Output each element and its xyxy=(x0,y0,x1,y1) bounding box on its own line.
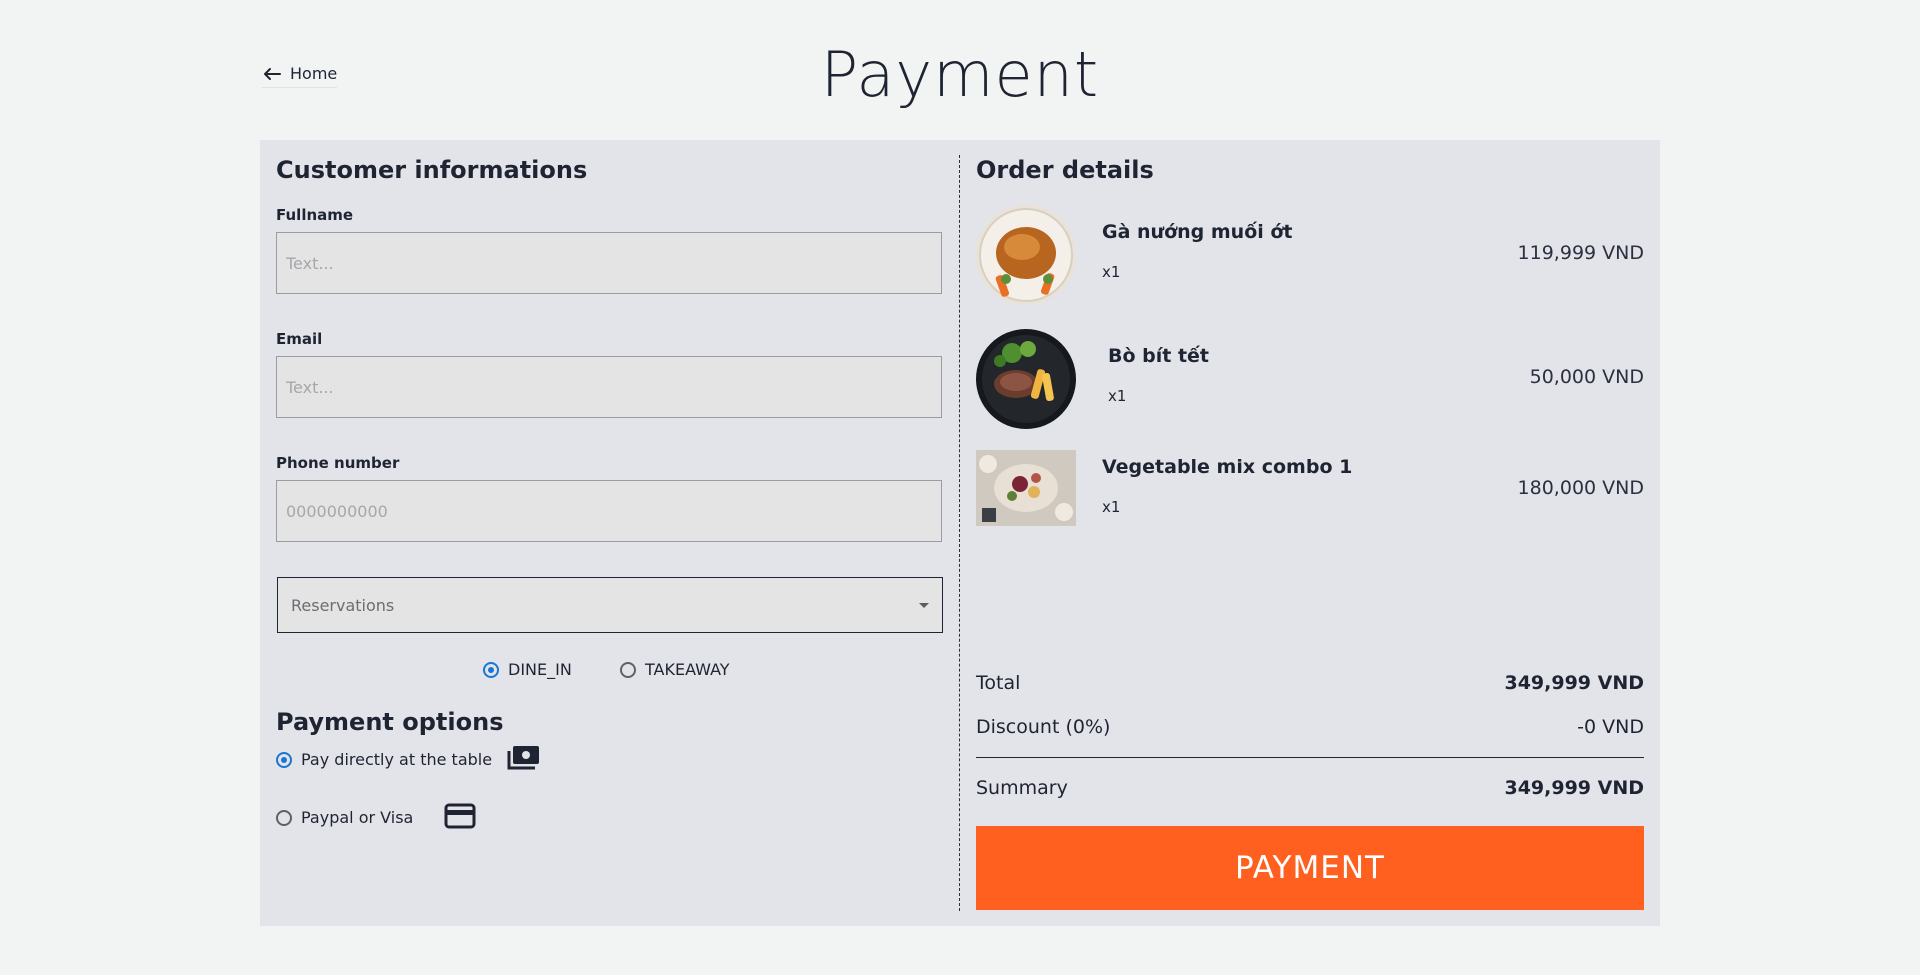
order-item-name: Vegetable mix combo 1 xyxy=(1102,456,1353,478)
order-section-title: Order details xyxy=(976,156,1154,184)
beef-steak-image xyxy=(976,329,1076,429)
radio-dine-in-label: DINE_IN xyxy=(508,660,572,679)
order-item-qty: x1 xyxy=(1102,498,1121,516)
fullname-label: Fullname xyxy=(276,206,354,224)
order-item: Gà nướng muối ớt x1 119,999 VND xyxy=(976,205,1644,305)
email-label: Email xyxy=(276,330,323,348)
payment-option-table-label: Pay directly at the table xyxy=(301,750,493,769)
phone-label: Phone number xyxy=(276,454,400,472)
radio-dine-in[interactable]: DINE_IN xyxy=(483,660,572,679)
cash-icon xyxy=(507,746,539,770)
payment-option-table-radio[interactable] xyxy=(276,751,292,768)
caret-down-icon xyxy=(919,603,929,608)
order-item-qty: x1 xyxy=(1102,263,1121,281)
payment-option-card-radio[interactable] xyxy=(276,809,292,826)
payment-panel: Customer informations Fullname Email Pho… xyxy=(260,140,1660,926)
order-item-name: Gà nướng muối ớt xyxy=(1102,221,1293,243)
phone-input[interactable] xyxy=(276,480,942,542)
radio-takeaway-control[interactable] xyxy=(620,661,636,678)
payment-button[interactable]: PAYMENT xyxy=(976,826,1644,910)
total-value: 349,999 VND xyxy=(1504,672,1644,694)
payment-option-card-label: Paypal or Visa xyxy=(301,808,414,827)
radio-takeaway[interactable]: TAKEAWAY xyxy=(620,660,730,679)
discount-value: -0 VND xyxy=(1577,716,1644,738)
discount-label: Discount (0%) xyxy=(976,716,1111,738)
panel-divider xyxy=(959,155,960,911)
order-details-section: Order details Gà nướng muối ớt x1 119,99… xyxy=(976,140,1644,926)
discount-row: Discount (0%) -0 VND xyxy=(976,716,1644,738)
page-title: Payment xyxy=(820,38,1100,111)
fullname-input[interactable] xyxy=(276,232,942,294)
email-input[interactable] xyxy=(276,356,942,418)
payment-options-title: Payment options xyxy=(276,708,504,736)
payment-option-table[interactable]: Pay directly at the table xyxy=(276,750,492,769)
summary-divider xyxy=(976,757,1644,758)
order-item: Bò bít tết x1 50,000 VND xyxy=(976,329,1644,429)
summary-value: 349,999 VND xyxy=(1504,777,1644,799)
order-item-price: 180,000 VND xyxy=(1517,477,1644,499)
summary-row: Summary 349,999 VND xyxy=(976,777,1644,799)
radio-takeaway-label: TAKEAWAY xyxy=(645,660,730,679)
order-item-price: 50,000 VND xyxy=(1529,366,1644,388)
payment-option-card[interactable]: Paypal or Visa xyxy=(276,808,413,827)
reservations-select[interactable]: Reservations xyxy=(277,577,943,633)
order-item-price: 119,999 VND xyxy=(1517,242,1644,264)
total-label: Total xyxy=(976,672,1021,694)
radio-dine-in-control[interactable] xyxy=(483,661,499,678)
reservations-placeholder: Reservations xyxy=(291,595,395,615)
credit-card-icon xyxy=(444,803,476,829)
customer-section-title: Customer informations xyxy=(276,156,588,184)
order-item-qty: x1 xyxy=(1108,387,1127,405)
order-item-name: Bò bít tết xyxy=(1108,345,1210,367)
order-item: Vegetable mix combo 1 x1 180,000 VND xyxy=(976,450,1644,526)
summary-label: Summary xyxy=(976,777,1068,799)
roast-chicken-image xyxy=(976,205,1076,305)
vegetable-platter-image xyxy=(976,450,1076,526)
total-row: Total 349,999 VND xyxy=(976,672,1644,694)
